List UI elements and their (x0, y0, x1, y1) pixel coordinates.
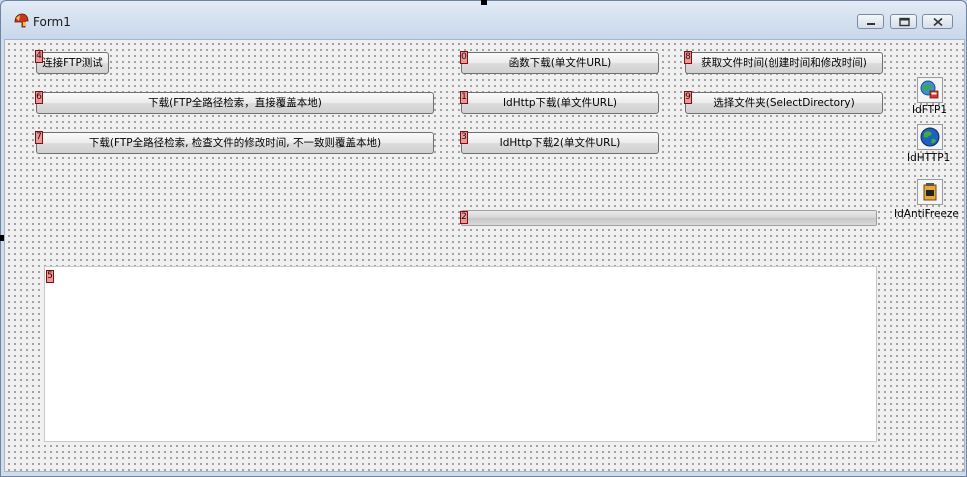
download-ftp-overwrite-button[interactable]: 下载(FTP全路径检索，直接覆盖本地) (36, 92, 434, 114)
idhttp-label: IdHTTP1 (907, 152, 951, 164)
ftp-component-icon (920, 80, 939, 99)
window-title: Form1 (33, 15, 71, 29)
title-bar[interactable]: Form1 (1, 1, 966, 39)
tab-order-tag-9: 9 (684, 91, 692, 104)
tab-order-tag-0: 0 (460, 51, 468, 64)
tab-order-tag-3: 3 (460, 131, 468, 144)
select-directory-button[interactable]: 选择文件夹(SelectDirectory) (685, 92, 883, 114)
resize-handle-top[interactable] (481, 0, 487, 5)
form-window: Form1 连接FTP测试 4 下载(FTP全路径检索，直接覆盖本地) 6 下载… (0, 0, 967, 477)
minimize-icon (867, 23, 875, 25)
tab-order-tag-5: 5 (46, 270, 54, 283)
tab-order-tag-4: 4 (35, 50, 43, 63)
idantifreeze-component[interactable] (917, 179, 943, 205)
function-download-button[interactable]: 函数下载(单文件URL) (461, 52, 659, 74)
antifreeze-component-icon (923, 183, 937, 201)
tab-order-tag-6: 6 (35, 91, 43, 104)
minimize-button[interactable] (857, 14, 884, 29)
maximize-icon (899, 17, 910, 27)
get-file-time-button[interactable]: 获取文件时间(创建时间和修改时间) (685, 52, 883, 74)
download-progress-bar (461, 210, 877, 226)
memo-text (45, 267, 876, 271)
idhttp-download2-button[interactable]: IdHttp下载2(单文件URL) (461, 132, 659, 154)
tab-order-tag-2: 2 (460, 211, 468, 224)
log-memo[interactable] (44, 266, 877, 442)
download-ftp-check-modtime-button[interactable]: 下载(FTP全路径检索, 检查文件的修改时间, 不一致则覆盖本地) (36, 132, 434, 154)
idftp-component[interactable] (917, 77, 943, 103)
close-icon (933, 17, 943, 27)
idftp-label: IdFTP1 (912, 104, 948, 116)
close-button[interactable] (922, 14, 953, 29)
delphi-helmet-icon (13, 13, 29, 29)
tab-order-tag-7: 7 (35, 131, 43, 144)
idhttp-component[interactable] (917, 124, 943, 150)
tab-order-tag-1: 1 (460, 91, 468, 104)
form-designer-surface: 连接FTP测试 4 下载(FTP全路径检索，直接覆盖本地) 6 下载(FTP全路… (4, 39, 965, 472)
tab-order-tag-8: 8 (684, 51, 692, 64)
idantifreeze-label: IdAntiFreeze (894, 208, 959, 220)
connect-ftp-test-button[interactable]: 连接FTP测试 (36, 52, 109, 74)
idhttp-download-button[interactable]: IdHttp下载(单文件URL) (461, 92, 659, 114)
globe-component-icon (920, 127, 940, 147)
maximize-button[interactable] (890, 14, 917, 29)
